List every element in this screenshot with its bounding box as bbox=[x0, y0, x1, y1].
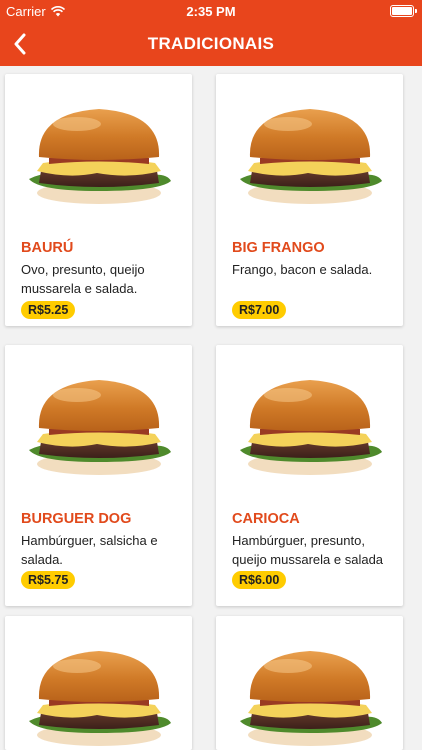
status-bar: Carrier 2:35 PM bbox=[0, 0, 422, 22]
product-card[interactable]: BIG FRANGO Frango, bacon e salada. R$7.0… bbox=[216, 74, 403, 326]
price-badge: R$7.00 bbox=[232, 301, 287, 319]
product-name: CARIOCA bbox=[232, 511, 300, 527]
page-title: TRADICIONAIS bbox=[147, 34, 275, 53]
product-name: BAURÚ bbox=[21, 240, 74, 256]
product-image bbox=[216, 345, 403, 495]
price-badge: R$5.75 bbox=[21, 571, 76, 589]
status-time: 2:35 PM bbox=[186, 4, 236, 19]
price-badge: R$5.25 bbox=[21, 301, 76, 319]
product-card[interactable]: CARIOCA Hambúrguer, presunto, queijo mus… bbox=[216, 345, 403, 606]
product-image bbox=[5, 74, 192, 224]
product-image bbox=[5, 345, 192, 495]
product-card[interactable] bbox=[5, 616, 192, 750]
product-name: BURGUER DOG bbox=[21, 511, 132, 527]
product-description: Hambúrguer, presunto, queijo mussarela e… bbox=[232, 533, 384, 567]
product-card[interactable] bbox=[216, 616, 403, 750]
battery-icon bbox=[390, 5, 417, 17]
product-image bbox=[5, 616, 192, 750]
price-badge: R$6.00 bbox=[232, 571, 287, 589]
product-description: Hambúrguer, salsicha e salada. bbox=[21, 533, 158, 567]
product-description: Ovo, presunto, queijo mussarela e salada… bbox=[21, 262, 145, 296]
product-card[interactable]: BAURÚ Ovo, presunto, queijo mussarela e … bbox=[5, 74, 192, 326]
product-name: BIG FRANGO bbox=[232, 240, 325, 256]
product-description: Frango, bacon e salada. bbox=[232, 262, 373, 277]
product-image bbox=[216, 74, 403, 224]
product-image bbox=[216, 616, 403, 750]
nav-bar: TRADICIONAIS bbox=[0, 22, 422, 66]
product-card[interactable]: BURGUER DOG Hambúrguer, salsicha e salad… bbox=[5, 345, 192, 606]
